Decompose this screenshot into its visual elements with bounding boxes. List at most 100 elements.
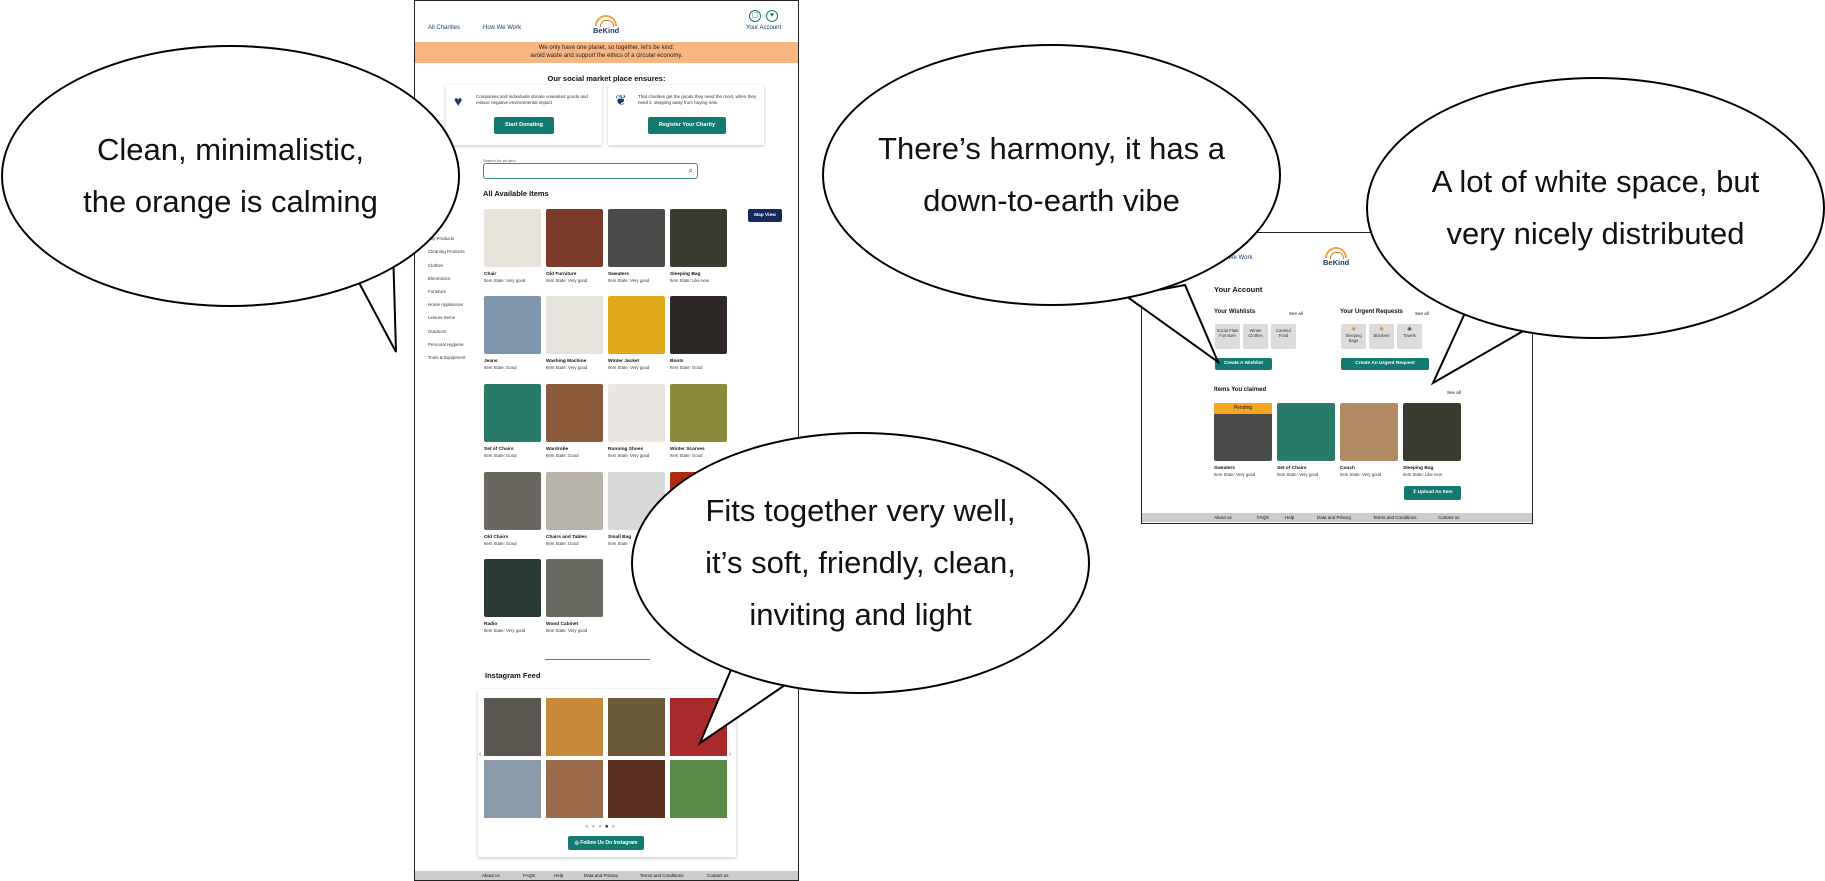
- item-caption[interactable]: Old Furniture Item State: Very good: [546, 271, 603, 284]
- item-caption[interactable]: Chairs and Tables Item State: Good: [546, 534, 603, 547]
- urgent-item[interactable]: ✱ Towels: [1397, 324, 1422, 349]
- claimed-item-caption[interactable]: Set of Chairs Item State: Very good: [1277, 465, 1334, 478]
- footer-faqs[interactable]: FAQS: [1257, 515, 1269, 520]
- instagram-post[interactable]: [484, 760, 541, 818]
- item-image[interactable]: [608, 296, 665, 354]
- instagram-post[interactable]: [546, 698, 603, 756]
- hands-plant-icon: ❦: [615, 92, 627, 108]
- item-caption[interactable]: Sleeping Bag Item State: Like new: [670, 271, 727, 284]
- item-image[interactable]: [608, 384, 665, 442]
- claimed-item-caption[interactable]: Couch Item State: Very good: [1340, 465, 1397, 478]
- follow-instagram-button[interactable]: ◎ Follow Us On Instagram: [568, 836, 644, 850]
- sidebar-category[interactable]: Leisure Items: [428, 315, 455, 320]
- sidebar-category[interactable]: Clothes: [428, 263, 443, 268]
- item-image[interactable]: [484, 384, 541, 442]
- item-image[interactable]: [546, 559, 603, 617]
- sidebar-category[interactable]: Cleaning Products: [428, 249, 465, 254]
- item-caption[interactable]: Chair Item State: Very good: [484, 271, 541, 284]
- item-image[interactable]: [670, 209, 727, 267]
- claimed-see-all[interactable]: See all: [1447, 390, 1461, 395]
- item-caption[interactable]: Washing Machine Item State: Very good: [546, 358, 603, 371]
- claimed-item-caption[interactable]: Sweaters Item State: Very good: [1214, 465, 1271, 478]
- item-name: Wardrobe: [546, 447, 569, 452]
- urgent-item[interactable]: ✱ Blankets: [1369, 324, 1394, 349]
- item-caption[interactable]: Radio Item State: Very good: [484, 621, 541, 634]
- upload-item-button[interactable]: ⇪ Upload An Item: [1404, 486, 1461, 500]
- nav-how-we-work[interactable]: How We Work: [483, 25, 521, 31]
- item-image[interactable]: [484, 209, 541, 267]
- instagram-post[interactable]: [670, 698, 727, 756]
- item-caption[interactable]: Jeans Item State: Good: [484, 358, 541, 371]
- item-image[interactable]: [670, 296, 727, 354]
- wishlist-item[interactable]: Canned Food: [1271, 324, 1296, 349]
- footer-terms[interactable]: Terms and Conditions: [640, 873, 684, 878]
- carousel-dots[interactable]: ●●●●●: [585, 824, 618, 830]
- urgent-item[interactable]: ✱ Sleeping Bags: [1341, 324, 1366, 349]
- footer-about[interactable]: About us: [482, 873, 500, 878]
- map-view-button[interactable]: Map View: [748, 209, 782, 222]
- start-donating-button[interactable]: Start Donating: [494, 117, 554, 134]
- register-charity-button[interactable]: Register Your Charity: [648, 117, 726, 134]
- item-image[interactable]: [484, 296, 541, 354]
- instagram-post[interactable]: [608, 698, 665, 756]
- item-caption[interactable]: Old Chairs Item State: Good: [484, 534, 541, 547]
- item-image[interactable]: [484, 472, 541, 530]
- message-icon[interactable]: ▢: [749, 10, 761, 22]
- footer-privacy[interactable]: Data and Privacy: [584, 873, 618, 878]
- nav-your-account[interactable]: Your Account: [746, 25, 781, 31]
- bekind-logo[interactable]: BeKind: [1323, 247, 1349, 267]
- claimed-item-image[interactable]: [1277, 403, 1335, 461]
- footer-help[interactable]: Help: [1285, 515, 1294, 520]
- item-image[interactable]: [608, 209, 665, 267]
- instagram-post[interactable]: [608, 760, 665, 818]
- item-caption[interactable]: Wardrobe Item State: Good: [546, 446, 603, 459]
- item-caption[interactable]: Wood Cabinet Item State: Very good: [546, 621, 603, 634]
- claimed-item-image[interactable]: [1340, 403, 1398, 461]
- urgent-see-all[interactable]: See all: [1415, 311, 1429, 316]
- sidebar-category[interactable]: Furniture: [428, 289, 446, 294]
- sidebar-category[interactable]: Outdoors: [428, 329, 447, 334]
- carousel-dot-active[interactable]: ●: [605, 824, 612, 830]
- sidebar-category[interactable]: Personal Hygiene: [428, 342, 464, 347]
- footer-about[interactable]: About us: [1214, 515, 1232, 520]
- instagram-post[interactable]: [546, 760, 603, 818]
- sidebar-category[interactable]: Home Appliances: [428, 302, 463, 307]
- prev-arrow-icon[interactable]: ‹: [479, 751, 481, 758]
- footer-contact[interactable]: Contact us: [707, 873, 729, 878]
- search-icon[interactable]: ⌕: [689, 166, 693, 176]
- wishlist-item[interactable]: Social Flats Furniture: [1215, 324, 1240, 349]
- heart-icon[interactable]: ♥: [766, 10, 778, 22]
- claimed-item-image[interactable]: [1403, 403, 1461, 461]
- item-caption[interactable]: Boots Item State: Good: [670, 358, 727, 371]
- nav-all-charities[interactable]: All Charities: [428, 25, 460, 31]
- item-caption[interactable]: Set of Chairs Item State: Good: [484, 446, 541, 459]
- item-caption[interactable]: Winter Jacket Item State: Very good: [608, 358, 665, 371]
- sidebar-category[interactable]: Tools & Equipment: [428, 355, 466, 360]
- item-caption[interactable]: Sweaters Item State: Very good: [608, 271, 665, 284]
- footer-terms[interactable]: Terms and Conditions: [1373, 515, 1417, 520]
- item-caption[interactable]: Running Shoes Item State: Very good: [608, 446, 665, 459]
- ensures-title: Our social market place ensures:: [547, 74, 666, 83]
- sidebar-category[interactable]: Electronics: [428, 276, 450, 281]
- next-arrow-icon[interactable]: ›: [729, 751, 731, 758]
- item-image[interactable]: [546, 472, 603, 530]
- create-urgent-request-button[interactable]: Create An Urgent Request: [1341, 358, 1429, 370]
- footer-privacy[interactable]: Data and Privacy: [1317, 515, 1351, 520]
- wishlists-see-all[interactable]: See all: [1289, 311, 1303, 316]
- search-input[interactable]: ⌕: [483, 163, 698, 179]
- item-caption[interactable]: Winter Scarves Item State: Good: [670, 446, 727, 459]
- footer-help[interactable]: Help: [554, 873, 563, 878]
- instagram-post[interactable]: [484, 698, 541, 756]
- instagram-post[interactable]: [670, 760, 727, 818]
- create-wishlist-button[interactable]: Create A Wishlist: [1215, 358, 1272, 370]
- item-image[interactable]: [670, 384, 727, 442]
- wishlist-item[interactable]: Winter Clothes: [1243, 324, 1268, 349]
- footer-contact[interactable]: Contact us: [1438, 515, 1460, 520]
- claimed-item-caption[interactable]: Sleeping Bag Item State: Like new: [1403, 465, 1460, 478]
- item-image[interactable]: [546, 209, 603, 267]
- item-image[interactable]: [546, 384, 603, 442]
- item-image[interactable]: [546, 296, 603, 354]
- footer-faqs[interactable]: FAQS: [523, 873, 535, 878]
- item-image[interactable]: [484, 559, 541, 617]
- bekind-logo[interactable]: BeKind: [593, 15, 619, 35]
